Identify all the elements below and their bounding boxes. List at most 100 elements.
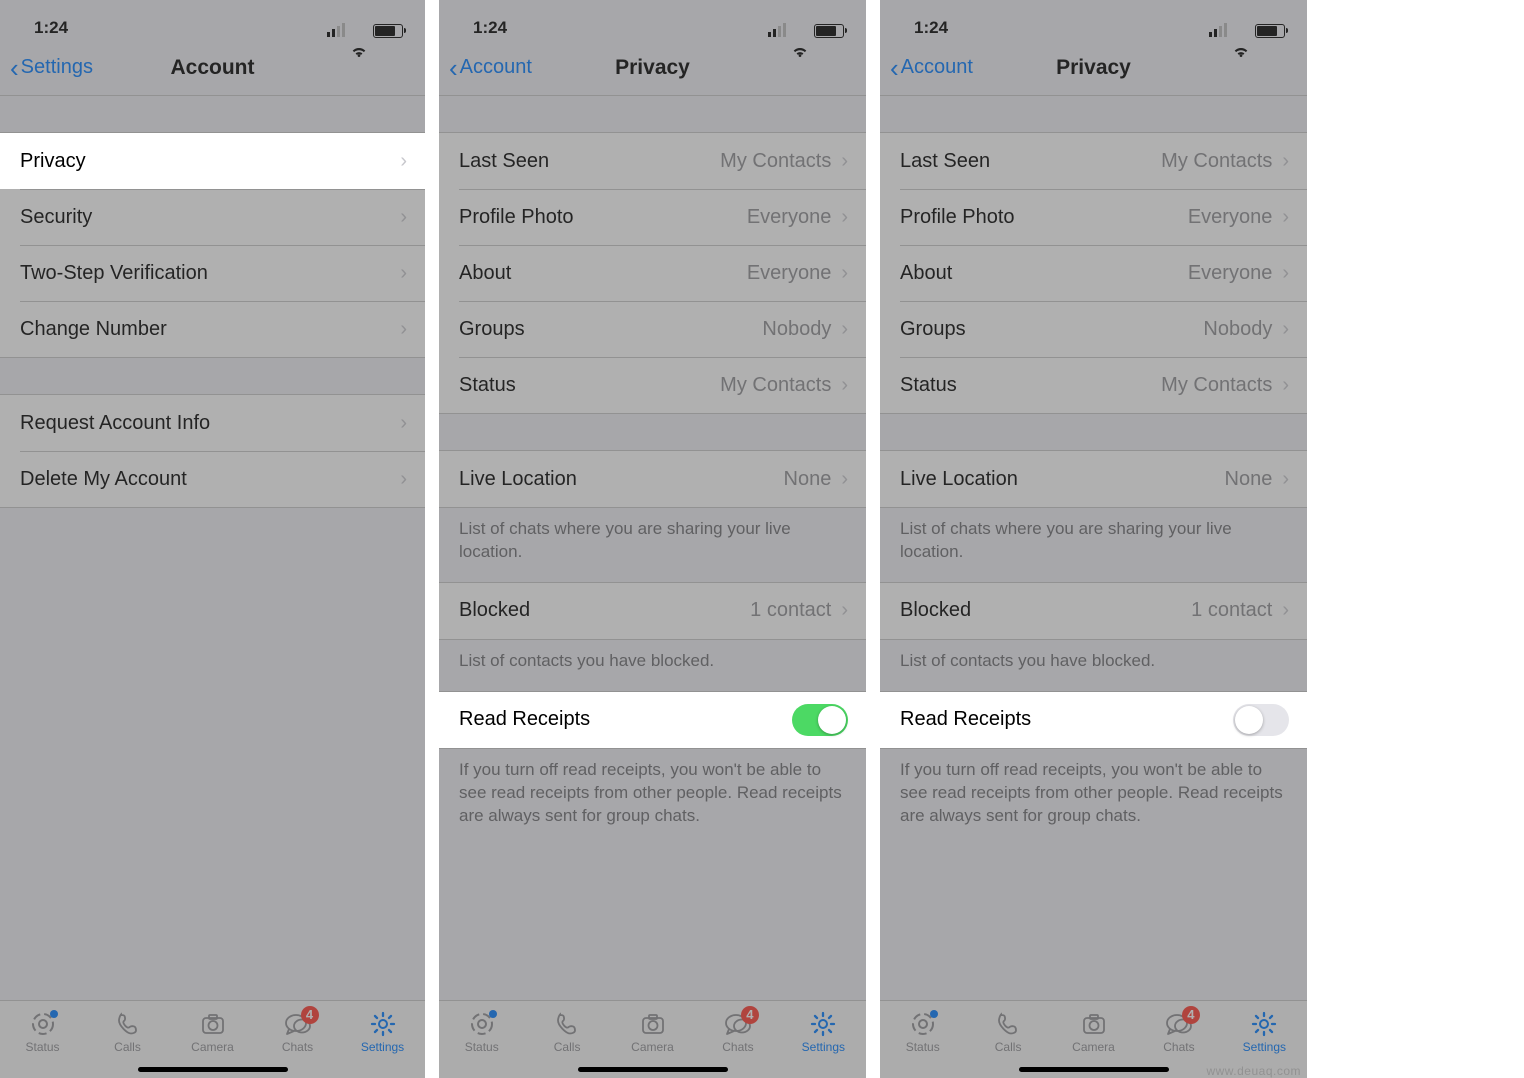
row-label: Request Account Info bbox=[20, 412, 210, 435]
list-row[interactable]: Blocked1 contact› bbox=[439, 583, 866, 639]
back-label: Account bbox=[901, 56, 973, 79]
row-value: None bbox=[784, 468, 832, 491]
tab-label: Camera bbox=[191, 1040, 234, 1054]
list-row[interactable]: AboutEveryone› bbox=[880, 245, 1307, 301]
footer-text: List of contacts you have blocked. bbox=[439, 640, 866, 691]
calls-icon bbox=[552, 1010, 582, 1038]
row-label: Status bbox=[459, 374, 516, 397]
row-value: Everyone bbox=[1188, 262, 1273, 285]
row-label: Change Number bbox=[20, 318, 167, 341]
tab-calls[interactable]: Calls bbox=[524, 1001, 609, 1062]
back-button[interactable]: ‹ Account bbox=[449, 55, 532, 81]
nav-bar: ‹ Account Privacy bbox=[439, 40, 866, 96]
list-row[interactable]: Delete My Account› bbox=[0, 451, 425, 507]
row-value: Nobody bbox=[762, 318, 831, 341]
home-indicator bbox=[1019, 1067, 1169, 1072]
tab-calls[interactable]: Calls bbox=[85, 1001, 170, 1062]
read-receipts-toggle[interactable] bbox=[1233, 704, 1289, 736]
tab-settings[interactable]: Settings bbox=[1222, 1001, 1307, 1062]
tab-label: Status bbox=[25, 1040, 59, 1054]
list-row[interactable]: Live LocationNone› bbox=[880, 451, 1307, 507]
list-row[interactable]: AboutEveryone› bbox=[439, 245, 866, 301]
signal-icon bbox=[768, 25, 786, 37]
tab-camera[interactable]: Camera bbox=[1051, 1001, 1136, 1062]
wifi-icon bbox=[350, 24, 368, 38]
row-label: Groups bbox=[459, 318, 525, 341]
list-row[interactable]: Privacy› bbox=[0, 133, 425, 189]
tab-label: Calls bbox=[554, 1040, 581, 1054]
wifi-icon bbox=[791, 24, 809, 38]
tab-label: Settings bbox=[802, 1040, 845, 1054]
settings-icon bbox=[368, 1010, 398, 1038]
chevron-right-icon: › bbox=[1282, 150, 1289, 173]
chevron-right-icon: › bbox=[841, 599, 848, 622]
list-row[interactable]: Two-Step Verification › bbox=[0, 245, 425, 301]
status-dot bbox=[930, 1010, 938, 1018]
chevron-right-icon: › bbox=[1282, 318, 1289, 341]
read-receipts-toggle[interactable] bbox=[792, 704, 848, 736]
list-row[interactable]: Blocked1 contact› bbox=[880, 583, 1307, 639]
tab-chats[interactable]: 4 Chats bbox=[695, 1001, 780, 1062]
tab-label: Camera bbox=[631, 1040, 674, 1054]
status-time: 1:24 bbox=[34, 18, 68, 38]
wifi-icon bbox=[1232, 24, 1250, 38]
phone-screen: 1:24 ‹ Settings Account Privacy› Securit… bbox=[0, 0, 425, 1078]
row-label: Profile Photo bbox=[900, 206, 1015, 229]
tab-calls[interactable]: Calls bbox=[965, 1001, 1050, 1062]
chevron-right-icon: › bbox=[400, 206, 407, 229]
row-label: Last Seen bbox=[900, 150, 990, 173]
chevron-right-icon: › bbox=[1282, 262, 1289, 285]
chevron-right-icon: › bbox=[400, 262, 407, 285]
chevron-right-icon: › bbox=[841, 150, 848, 173]
list-row[interactable]: Last SeenMy Contacts› bbox=[439, 133, 866, 189]
list-row[interactable]: Change Number › bbox=[0, 301, 425, 357]
tab-status[interactable]: Status bbox=[439, 1001, 524, 1062]
list-row[interactable]: StatusMy Contacts› bbox=[439, 357, 866, 413]
chevron-left-icon: ‹ bbox=[449, 55, 458, 81]
row-label: Delete My Account bbox=[20, 468, 187, 491]
row-value: 1 contact bbox=[750, 599, 831, 622]
chevron-right-icon: › bbox=[841, 262, 848, 285]
tab-settings[interactable]: Settings bbox=[781, 1001, 866, 1062]
list-row[interactable]: Request Account Info› bbox=[0, 395, 425, 451]
battery-icon bbox=[1255, 24, 1285, 38]
tab-camera[interactable]: Camera bbox=[610, 1001, 695, 1062]
home-indicator bbox=[578, 1067, 728, 1072]
back-button[interactable]: ‹ Settings bbox=[10, 55, 93, 81]
list-row[interactable]: Profile PhotoEveryone› bbox=[880, 189, 1307, 245]
calls-icon bbox=[113, 1010, 143, 1038]
read-receipts-row: Read Receipts bbox=[880, 692, 1307, 748]
tab-settings[interactable]: Settings bbox=[340, 1001, 425, 1062]
chevron-right-icon: › bbox=[400, 318, 407, 341]
camera-icon bbox=[638, 1010, 668, 1038]
row-value: 1 contact bbox=[1191, 599, 1272, 622]
tab-status[interactable]: Status bbox=[880, 1001, 965, 1062]
chevron-right-icon: › bbox=[841, 318, 848, 341]
row-value: Everyone bbox=[1188, 206, 1273, 229]
nav-bar: ‹ Account Privacy bbox=[880, 40, 1307, 96]
tab-chats[interactable]: 4 Chats bbox=[255, 1001, 340, 1062]
list-row[interactable]: Last SeenMy Contacts› bbox=[880, 133, 1307, 189]
settings-icon bbox=[808, 1010, 838, 1038]
signal-icon bbox=[327, 25, 345, 37]
list-row[interactable]: Live LocationNone› bbox=[439, 451, 866, 507]
list-row[interactable]: Groups Nobody › bbox=[439, 301, 866, 357]
badge: 4 bbox=[741, 1006, 759, 1024]
footer-text: If you turn off read receipts, you won't… bbox=[439, 749, 866, 846]
row-label: Privacy bbox=[20, 150, 86, 173]
chevron-right-icon: › bbox=[1282, 374, 1289, 397]
chats-icon: 4 bbox=[283, 1010, 313, 1038]
list-row[interactable]: GroupsNobody› bbox=[880, 301, 1307, 357]
camera-icon bbox=[1079, 1010, 1109, 1038]
row-label: Live Location bbox=[459, 468, 577, 491]
row-label: Two-Step Verification bbox=[20, 262, 208, 285]
row-label: Read Receipts bbox=[459, 708, 590, 731]
list-row[interactable]: Security› bbox=[0, 189, 425, 245]
row-value: None bbox=[1225, 468, 1273, 491]
tab-chats[interactable]: 4 Chats bbox=[1136, 1001, 1221, 1062]
tab-camera[interactable]: Camera bbox=[170, 1001, 255, 1062]
tab-status[interactable]: Status bbox=[0, 1001, 85, 1062]
list-row[interactable]: StatusMy Contacts› bbox=[880, 357, 1307, 413]
list-row[interactable]: Profile PhotoEveryone› bbox=[439, 189, 866, 245]
back-button[interactable]: ‹ Account bbox=[890, 55, 973, 81]
